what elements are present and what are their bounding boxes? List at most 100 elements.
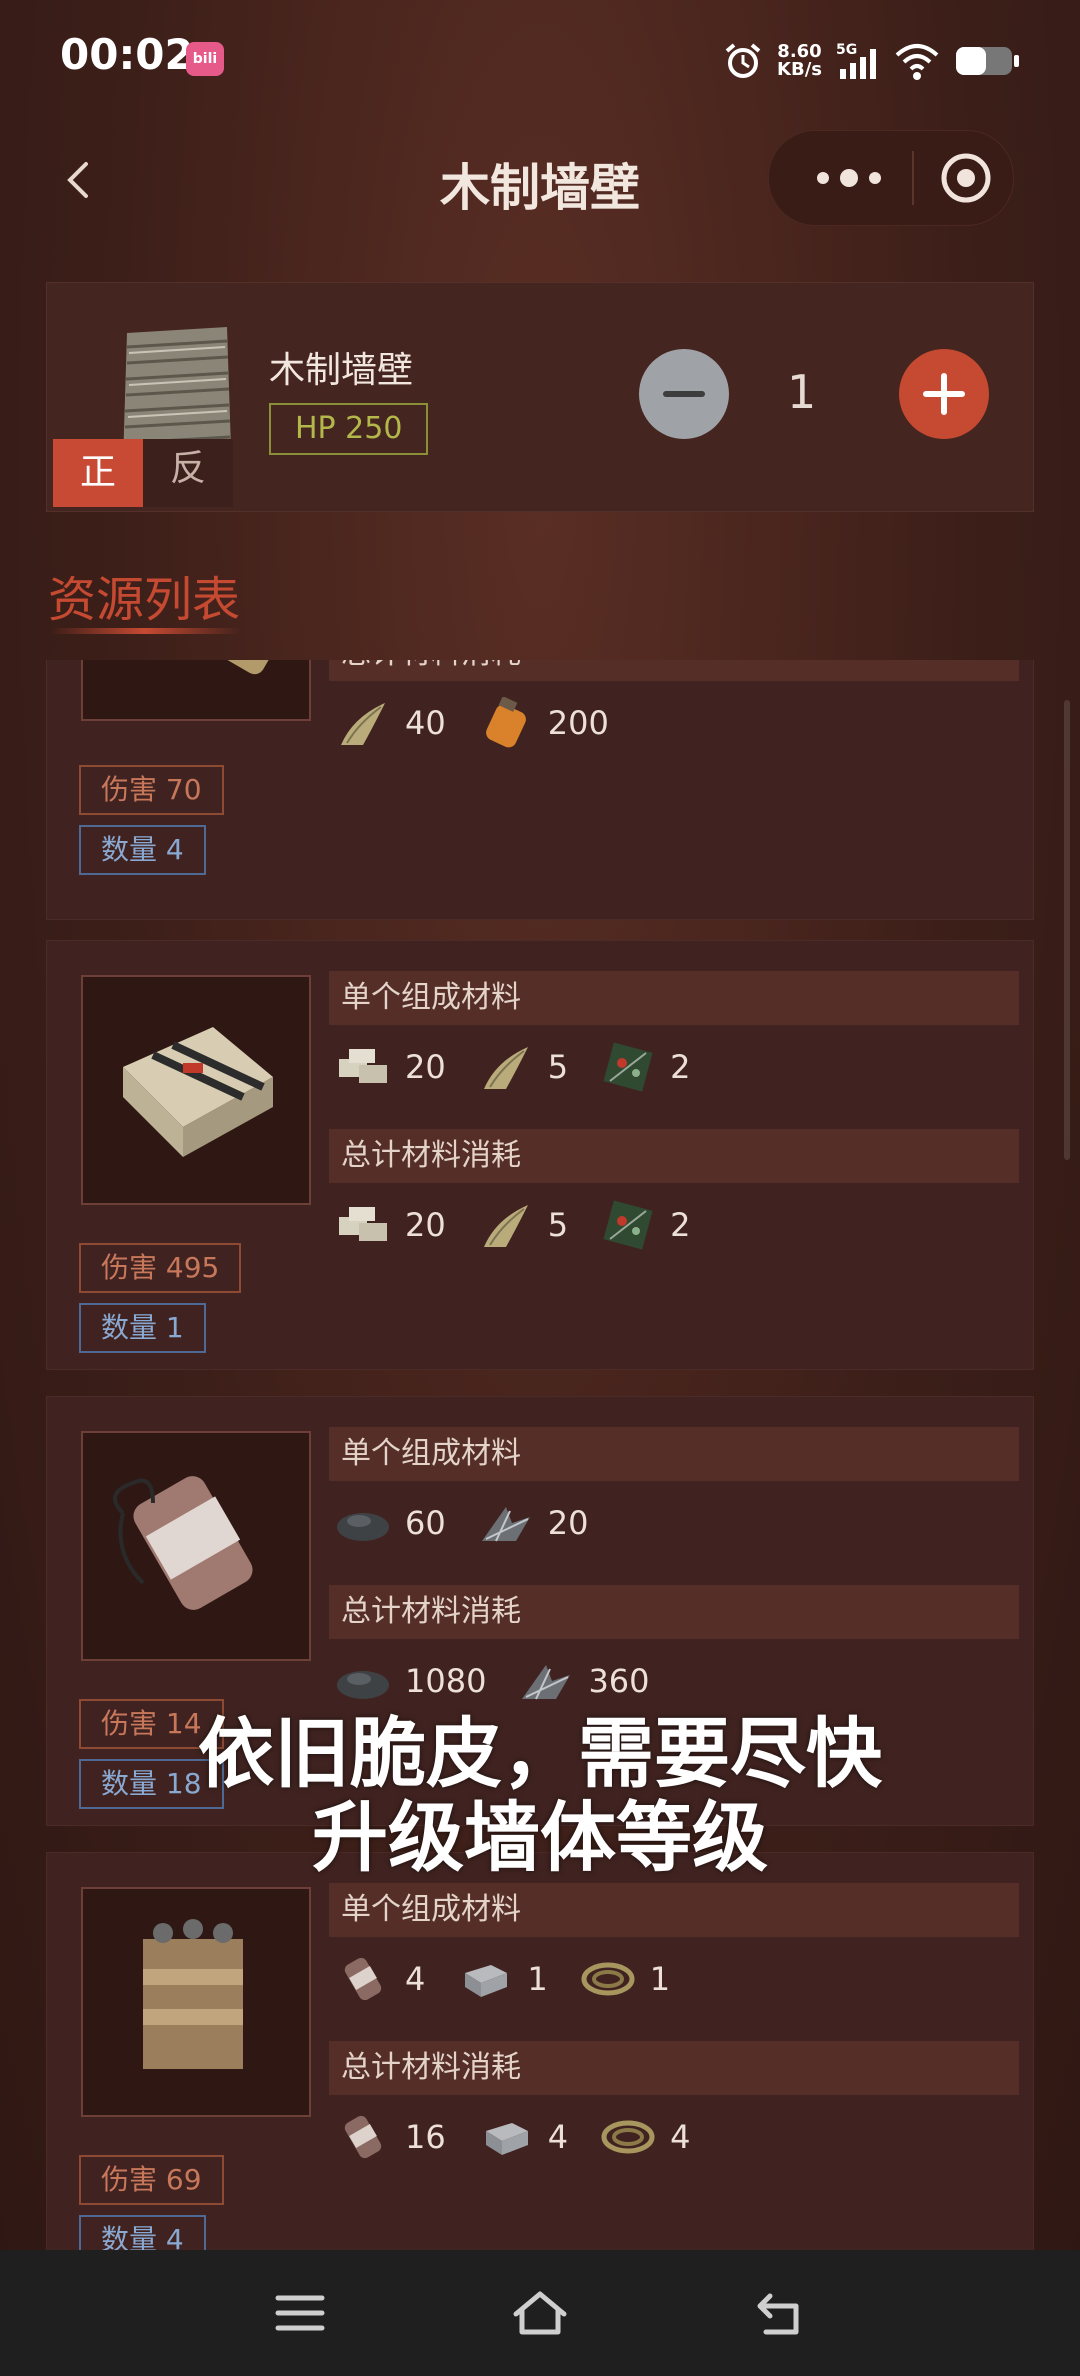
explosives-icon — [339, 1207, 387, 1241]
resource-image — [81, 1887, 311, 2117]
rope-icon — [601, 2120, 655, 2154]
metal-pipe-icon — [465, 1965, 508, 1997]
home-icon[interactable] — [510, 2286, 570, 2340]
total-materials-header: 总计材料消耗 — [329, 2041, 1019, 2095]
total-materials-header: 总计材料消耗 — [329, 1585, 1019, 1639]
section-underline — [50, 628, 240, 634]
tech-trash-icon — [603, 1200, 653, 1250]
resource-image — [81, 660, 311, 721]
alarm-icon — [725, 43, 761, 78]
front-face-toggle[interactable]: 正 — [53, 439, 143, 507]
more-options-icon[interactable] — [809, 159, 889, 197]
material-item: 200 — [476, 697, 609, 749]
material-item: 5 — [476, 1199, 568, 1251]
satchel-charge-image — [123, 1027, 273, 1157]
metal-pipe-icon — [485, 2123, 528, 2155]
cellular-signal-icon: 5G — [836, 42, 876, 79]
menu-icon[interactable] — [270, 2286, 330, 2340]
material-item: 360 — [516, 1655, 650, 1707]
metal-fragments-icon — [481, 1507, 530, 1542]
capsule-divider — [912, 151, 914, 205]
total-materials-row: 16 4 4 — [333, 2107, 720, 2167]
navigation-bar: 木制墙壁 — [0, 120, 1080, 240]
back-face-toggle[interactable]: 反 — [143, 439, 233, 507]
total-materials-header: 总计材料消耗 — [329, 1129, 1019, 1183]
gunpowder-icon — [337, 1513, 389, 1541]
mini-program-capsule — [768, 130, 1014, 226]
close-mini-program-icon[interactable] — [939, 151, 993, 205]
damage-tag: 伤害 69 — [79, 2155, 224, 2205]
total-materials-row: 40 200 — [333, 693, 639, 753]
damage-tag: 伤害 495 — [79, 1243, 242, 1293]
status-bar: 00:02 bili 8.60 KB/s 5G — [0, 0, 1080, 120]
material-item: 20 — [333, 1041, 446, 1093]
rope-icon — [581, 1962, 635, 1996]
single-materials-row: 60 20 — [333, 1493, 618, 1553]
resource-list[interactable]: 总计材料消耗 40 200 伤害 70 数量 4 单个组成材料 — [0, 660, 1080, 2250]
resource-card[interactable]: 单个组成材料 20 5 2 总计材料消耗 20 5 2 伤害 495 数量 1 — [46, 940, 1034, 1370]
cloth-icon — [483, 1047, 528, 1089]
total-materials-row: 1080 360 — [333, 1651, 680, 1711]
single-materials-header: 单个组成材料 — [329, 971, 1019, 1025]
section-title: 资源列表 — [48, 572, 241, 628]
item-name: 木制墙壁 — [269, 350, 414, 391]
single-materials-row: 20 5 2 — [333, 1037, 720, 1097]
material-item: 16 — [333, 2111, 446, 2163]
beancan-grenade-icon — [344, 2115, 382, 2159]
wifi-icon — [895, 44, 939, 80]
bilibili-app-icon: bili — [186, 42, 224, 76]
material-item: 60 — [333, 1497, 446, 1549]
material-item: 1 — [578, 1953, 670, 2005]
gunpowder-icon — [337, 1671, 389, 1699]
material-item: 1080 — [333, 1655, 486, 1707]
material-item: 2 — [598, 1041, 690, 1093]
material-item: 2 — [598, 1199, 690, 1251]
hp-badge: HP 250 — [269, 403, 429, 455]
plus-icon — [923, 373, 965, 415]
increase-quantity-button[interactable] — [899, 349, 989, 439]
single-materials-row: 4 1 1 — [333, 1949, 700, 2009]
incendiary-rocket-image — [201, 660, 275, 675]
material-item: 20 — [476, 1497, 588, 1549]
scrollbar[interactable] — [1064, 700, 1070, 1160]
quantity-tag: 数量 4 — [79, 825, 206, 875]
material-item: 4 — [598, 2111, 690, 2163]
material-item: 40 — [333, 697, 446, 749]
quantity-value: 1 — [787, 365, 817, 419]
battery-icon — [956, 47, 1019, 75]
resource-card[interactable]: 总计材料消耗 40 200 伤害 70 数量 4 — [46, 660, 1034, 920]
total-materials-row: 20 5 2 — [333, 1195, 720, 1255]
resource-image — [81, 1431, 311, 1661]
single-materials-header: 单个组成材料 — [329, 1427, 1019, 1481]
total-materials-header: 总计材料消耗 — [329, 660, 1019, 681]
decrease-quantity-button[interactable] — [639, 349, 729, 439]
back-icon[interactable] — [750, 2286, 810, 2340]
material-item: 4 — [333, 1953, 425, 2005]
beancan-grenade-icon — [344, 1957, 382, 2001]
quantity-tag: 数量 1 — [79, 1303, 206, 1353]
material-item: 5 — [476, 1041, 568, 1093]
svg-text:5G: 5G — [836, 42, 857, 58]
explosives-icon — [339, 1049, 387, 1083]
quantity-tag: 数量 4 — [79, 2215, 206, 2250]
subtitle-line-2: 升级墙体等级 — [312, 1793, 768, 1882]
minus-icon — [663, 391, 705, 397]
beancan-grenade-image — [113, 1476, 253, 1610]
item-card: 正 反 木制墙壁 HP 250 1 — [46, 282, 1034, 512]
material-item: 4 — [476, 2111, 568, 2163]
system-navigation-bar — [0, 2250, 1080, 2376]
tech-trash-icon — [603, 1042, 653, 1092]
resource-image — [81, 975, 311, 1205]
status-time: 00:02 — [60, 30, 194, 79]
subtitle-line-1: 依旧脆皮，需要尽快 — [198, 1709, 882, 1798]
metal-fragments-icon — [522, 1665, 571, 1700]
single-materials-header: 单个组成材料 — [329, 1883, 1019, 1937]
material-item: 1 — [455, 1953, 548, 2005]
low-grade-fuel-icon — [485, 697, 526, 748]
damage-tag: 伤害 70 — [79, 765, 224, 815]
net-speed: 8.60 KB/s — [777, 41, 822, 80]
status-icons: 8.60 KB/s 5G — [723, 36, 1020, 86]
cloth-icon — [483, 1205, 528, 1247]
resource-card[interactable]: 单个组成材料 4 1 1 总计材料消耗 16 4 4 伤害 69 数量 4 — [46, 1852, 1034, 2250]
satchel-bundle-image — [143, 1919, 243, 2069]
